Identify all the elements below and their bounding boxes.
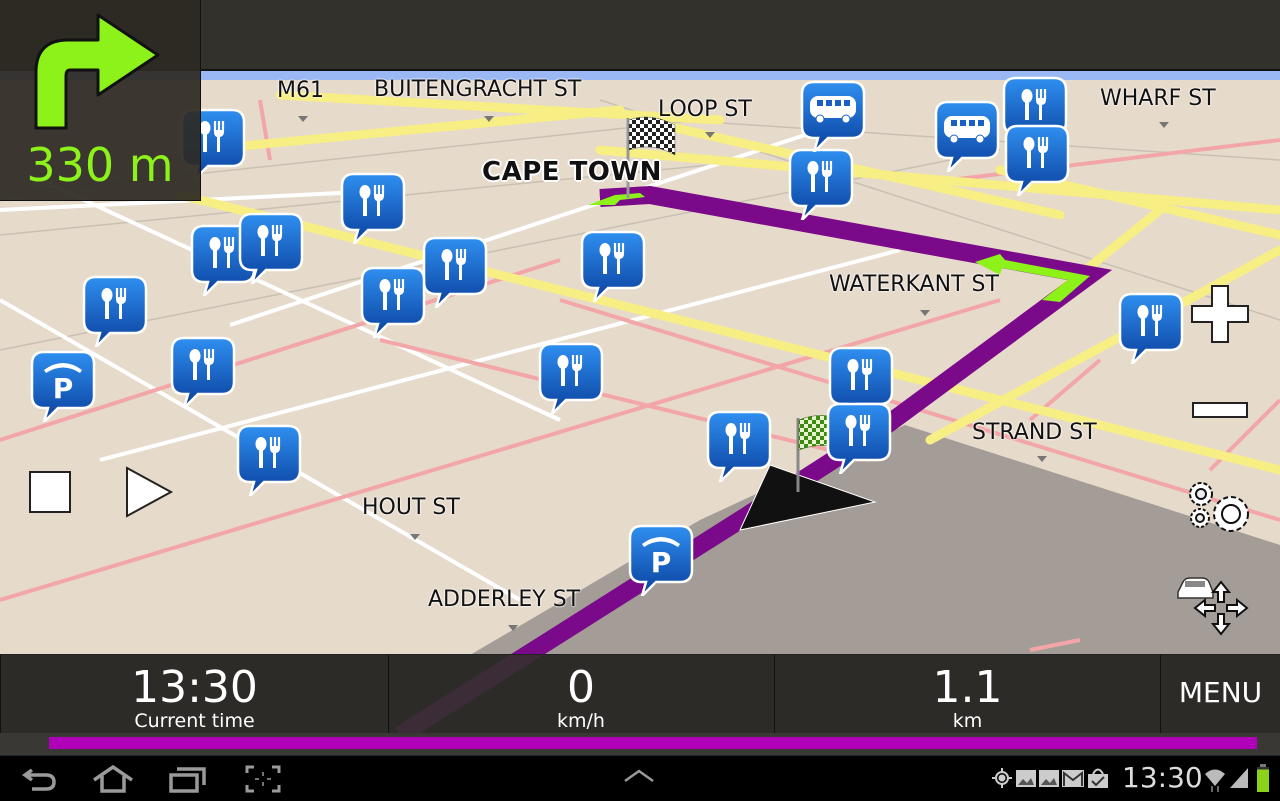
poi-marker-restaurant[interactable]: [826, 402, 892, 479]
street-label: STRAND ST: [972, 420, 1097, 445]
current-time-label: Current time: [134, 710, 255, 732]
distance-value: 1.1: [932, 662, 1003, 713]
battery-icon: [1257, 764, 1269, 792]
route-progress-fill: [49, 737, 1257, 749]
gallery-icon: [1016, 770, 1036, 787]
pan-mode-button[interactable]: [1175, 572, 1255, 637]
poi-marker-restaurant[interactable]: [788, 148, 854, 225]
street-label: LOOP ST: [658, 97, 752, 122]
street-label: HOUT ST: [362, 495, 460, 520]
play-store-update-icon: [1088, 768, 1108, 788]
play-icon: [126, 466, 174, 518]
notification-icons[interactable]: [990, 766, 1118, 792]
info-bar: 13:30 Current time 0 km/h 1.1 km MENU: [0, 654, 1280, 735]
current-time-field[interactable]: 13:30 Current time: [0, 655, 389, 734]
poi-marker-restaurant[interactable]: [1118, 292, 1184, 369]
signal-icon: [1230, 768, 1248, 788]
turn-distance: 330 m: [26, 138, 174, 192]
route-progress-bar: [0, 733, 1280, 755]
poi-marker-restaurant[interactable]: [1004, 124, 1070, 201]
play-button[interactable]: [124, 466, 174, 518]
poi-marker-restaurant[interactable]: [706, 410, 772, 487]
back-icon: [21, 768, 56, 791]
city-label: CAPE TOWN: [482, 157, 662, 187]
stop-button[interactable]: [28, 470, 72, 514]
distance-unit: km: [952, 710, 983, 732]
svg-text:P: P: [651, 546, 672, 579]
screenshot-icon: [245, 765, 281, 793]
minus-icon: [1192, 402, 1248, 418]
poi-marker-bus[interactable]: [800, 80, 866, 157]
poi-marker-restaurant[interactable]: [238, 212, 304, 289]
poi-marker-restaurant[interactable]: [340, 172, 406, 249]
turn-right-icon: [34, 13, 160, 130]
speed-unit: km/h: [557, 710, 605, 732]
speed-field[interactable]: 0 km/h: [388, 655, 775, 734]
home-button[interactable]: [90, 764, 136, 794]
gears-icon: [1189, 482, 1249, 532]
poi-marker-restaurant[interactable]: [422, 236, 488, 313]
car-icon: [1177, 577, 1214, 599]
distance-field[interactable]: 1.1 km: [775, 655, 1161, 734]
poi-marker-restaurant[interactable]: [170, 336, 236, 413]
street-label: M61: [277, 78, 324, 103]
gps-icon: [992, 768, 1012, 788]
system-navigation-bar: 13:30: [0, 755, 1280, 801]
zoom-in-button[interactable]: [1190, 284, 1250, 344]
poi-marker-restaurant[interactable]: [82, 275, 148, 352]
street-label: WATERKANT ST: [829, 272, 999, 297]
chevron-up-icon: [624, 769, 654, 783]
poi-marker-parking[interactable]: P: [628, 524, 694, 601]
zoom-out-button[interactable]: [1190, 400, 1250, 422]
poi-marker-restaurant[interactable]: [580, 230, 646, 307]
poi-marker-restaurant[interactable]: [538, 342, 604, 419]
system-clock[interactable]: 13:30: [1122, 760, 1203, 796]
expand-notifications-button[interactable]: [622, 766, 656, 786]
settings-button[interactable]: [1185, 478, 1255, 538]
gmail-icon: [1062, 770, 1084, 787]
recent-apps-icon: [169, 767, 206, 793]
poi-marker-bus[interactable]: [934, 100, 1000, 177]
back-button[interactable]: [20, 764, 60, 794]
svg-text:P: P: [53, 372, 74, 405]
poi-marker-restaurant[interactable]: [236, 424, 302, 501]
plus-icon: [1191, 285, 1249, 343]
speed-value: 0: [567, 662, 595, 713]
street-label: WHARF ST: [1100, 86, 1216, 111]
street-label: ADDERLEY ST: [428, 587, 581, 612]
menu-button[interactable]: MENU: [1161, 655, 1280, 734]
poi-marker-parking[interactable]: P: [30, 350, 96, 427]
home-icon: [93, 764, 133, 793]
recent-apps-button[interactable]: [168, 764, 208, 794]
poi-marker-restaurant[interactable]: [360, 266, 426, 343]
gallery-icon: [1039, 770, 1059, 787]
wifi-icon: [1205, 769, 1225, 792]
street-label: BUITENGRACHT ST: [374, 77, 582, 102]
current-time-value: 13:30: [131, 662, 258, 713]
turn-instruction-panel[interactable]: 330 m: [0, 0, 201, 201]
screenshot-button[interactable]: [245, 764, 281, 794]
stop-icon: [29, 471, 71, 513]
